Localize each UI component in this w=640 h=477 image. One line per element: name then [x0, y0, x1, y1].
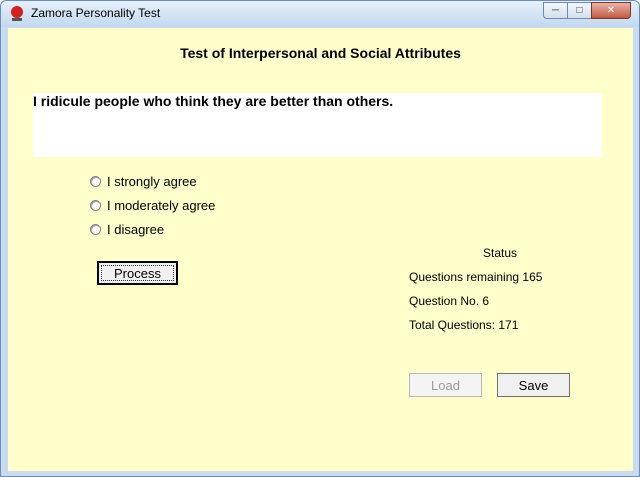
save-button[interactable]: Save [497, 373, 570, 397]
maximize-button[interactable]: □ [567, 2, 591, 19]
question-box: I ridicule people who think they are bet… [33, 93, 602, 157]
load-button[interactable]: Load [409, 373, 482, 397]
questions-remaining: Questions remaining 165 [409, 270, 543, 284]
process-button[interactable]: Process [97, 261, 178, 285]
window-title: Zamora Personality Test [31, 6, 161, 20]
app-window: Zamora Personality Test ─ □ ✕ Test of In… [0, 0, 640, 477]
option-label: I disagree [107, 221, 165, 237]
close-icon: ✕ [606, 5, 616, 16]
option-label: I moderately agree [107, 197, 216, 213]
test-heading: Test of Interpersonal and Social Attribu… [180, 45, 461, 61]
option-label: I strongly agree [107, 173, 197, 189]
option-strongly-agree[interactable]: I strongly agree [90, 172, 197, 190]
option-moderately-agree[interactable]: I moderately agree [90, 196, 215, 214]
option-disagree[interactable]: I disagree [90, 220, 164, 238]
radio-icon[interactable] [90, 199, 101, 211]
minimize-button[interactable]: ─ [543, 2, 567, 19]
question-text: I ridicule people who think they are bet… [33, 93, 394, 109]
app-logo-icon [11, 6, 23, 21]
status-title: Status [483, 246, 518, 260]
total-questions: Total Questions: 171 [409, 318, 519, 332]
close-button[interactable]: ✕ [591, 2, 631, 19]
radio-icon[interactable] [90, 223, 101, 235]
question-number: Question No. 6 [409, 294, 490, 308]
client-area: Test of Interpersonal and Social Attribu… [8, 28, 633, 471]
minimize-icon: ─ [551, 5, 560, 16]
title-bar[interactable]: Zamora Personality Test ─ □ ✕ [1, 1, 639, 27]
window-controls: ─ □ ✕ [543, 2, 631, 20]
maximize-icon: □ [576, 5, 583, 16]
radio-icon[interactable] [90, 175, 101, 187]
